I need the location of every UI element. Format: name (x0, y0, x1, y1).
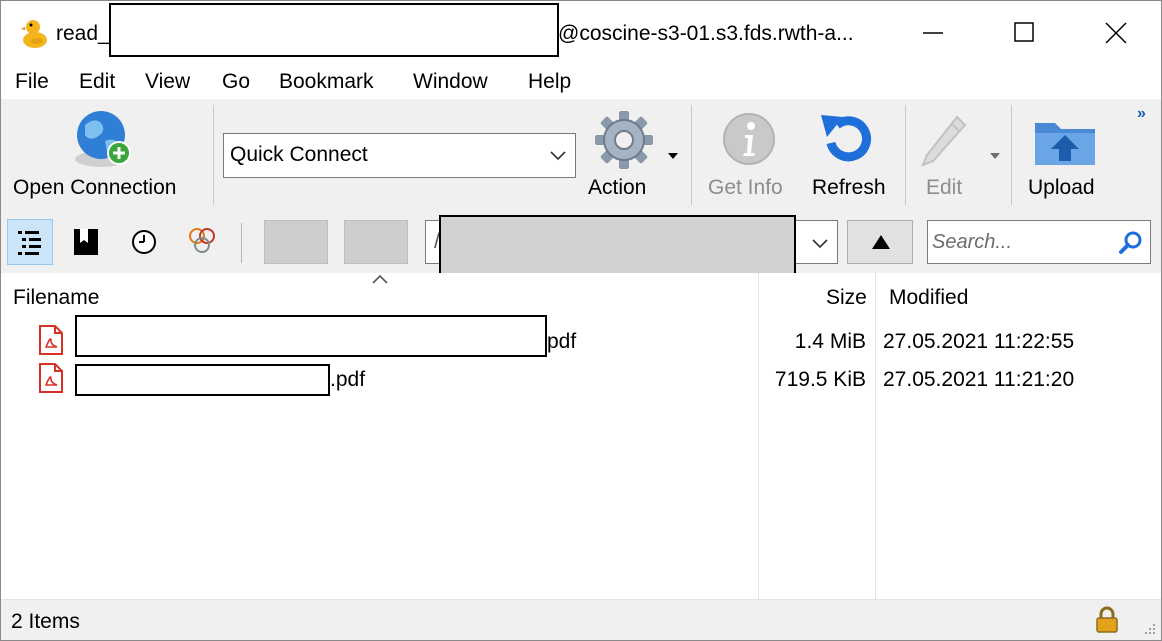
column-divider (758, 273, 759, 599)
refresh-icon (821, 115, 871, 162)
sort-ascending-icon (372, 274, 388, 284)
info-icon (723, 113, 775, 165)
redacted-filename (75, 364, 330, 396)
history-toggle[interactable] (121, 219, 167, 265)
file-size: 1.4 MiB (794, 330, 866, 353)
window-title-prefix: read_ (56, 22, 110, 45)
toolbar-separator (1011, 105, 1012, 205)
file-size: 719.5 KiB (774, 368, 866, 391)
close-icon (1105, 22, 1127, 44)
menu-view[interactable]: View (145, 69, 190, 95)
toolbar: Open Connection Quick Connect Action Get… (1, 99, 1161, 211)
app-window: read_ @coscine-s3-01.s3.fds.rwth-a... Fi… (0, 0, 1162, 641)
forward-button[interactable] (344, 220, 408, 264)
minimize-button[interactable] (909, 11, 955, 55)
bonjour-toggle[interactable] (179, 219, 225, 265)
toolbar-separator (213, 105, 214, 205)
menu-file[interactable]: File (15, 69, 49, 95)
action-label: Action (588, 176, 647, 199)
menu-bar: File Edit View Go Bookmark Window Help (1, 63, 1161, 99)
navbar-separator (241, 223, 242, 263)
lock-icon (1096, 606, 1118, 633)
bookmarks-toggle[interactable] (63, 219, 109, 265)
folder-upload-icon (1035, 123, 1095, 165)
redacted-path (439, 215, 796, 277)
edit-label: Edit (926, 176, 963, 199)
toolbar-overflow-chevron[interactable]: » (1137, 105, 1146, 123)
gear-icon (595, 111, 653, 169)
menu-help[interactable]: Help (528, 69, 571, 95)
pencil-icon (921, 115, 967, 167)
status-item-count: 2 Items (11, 610, 80, 633)
file-row[interactable]: pdf 1.4 MiB 27.05.2021 11:22:55 (1, 315, 1161, 361)
file-list: Filename Size Modified pdf 1.4 MiB 27.05… (1, 273, 1161, 599)
globe-plus-icon (75, 111, 131, 167)
maximize-icon (1014, 22, 1034, 42)
clock-icon (132, 230, 156, 254)
action-button[interactable]: Action (583, 99, 683, 211)
search-icon[interactable] (1118, 230, 1144, 256)
upload-label: Upload (1028, 176, 1095, 199)
action-dropdown-arrow (668, 153, 678, 159)
chevron-down-icon (550, 151, 566, 161)
title-bar: read_ @coscine-s3-01.s3.fds.rwth-a... (1, 1, 1161, 63)
file-modified: 27.05.2021 11:22:55 (883, 330, 1075, 353)
file-row[interactable]: .pdf 719.5 KiB 27.05.2021 11:21:20 (1, 361, 1161, 399)
get-info-label: Get Info (708, 176, 783, 199)
edit-button[interactable]: Edit (913, 99, 1003, 211)
browser-view-toggle[interactable] (7, 219, 53, 265)
file-name-suffix: pdf (547, 330, 577, 353)
toolbar-separator (905, 105, 906, 205)
redacted-filename (75, 315, 547, 357)
column-header-size[interactable]: Size (826, 285, 867, 311)
column-header-modified[interactable]: Modified (889, 285, 968, 311)
quick-connect-combo[interactable]: Quick Connect (223, 133, 576, 178)
open-connection-label: Open Connection (13, 176, 177, 199)
close-button[interactable] (1093, 11, 1139, 55)
minimize-icon (923, 32, 943, 34)
column-divider (875, 273, 876, 599)
redacted-title-segment (109, 3, 559, 57)
refresh-button[interactable]: Refresh (805, 99, 895, 211)
edit-dropdown-arrow (990, 153, 1000, 159)
bookmark-icon (74, 229, 98, 255)
open-connection-button[interactable]: Open Connection (7, 99, 203, 211)
file-modified: 27.05.2021 11:21:20 (883, 368, 1075, 391)
menu-window[interactable]: Window (413, 69, 488, 95)
parent-directory-button[interactable] (847, 220, 913, 264)
quick-connect-value: Quick Connect (230, 143, 368, 166)
outline-list-icon (18, 231, 41, 255)
maximize-button[interactable] (1001, 11, 1047, 55)
toolbar-separator (691, 105, 692, 205)
menu-bookmark[interactable]: Bookmark (279, 69, 374, 95)
up-arrow-icon (872, 235, 890, 249)
duck-icon (21, 20, 47, 48)
network-icon (189, 228, 215, 253)
pdf-file-icon (39, 325, 63, 355)
search-box[interactable] (927, 220, 1151, 264)
search-input[interactable] (932, 227, 1112, 257)
column-header-filename[interactable]: Filename (13, 285, 99, 311)
menu-go[interactable]: Go (222, 69, 250, 95)
back-button[interactable] (264, 220, 328, 264)
file-name-suffix: .pdf (330, 368, 366, 391)
get-info-button[interactable]: Get Info (701, 99, 797, 211)
status-bar: 2 Items (1, 599, 1161, 640)
pdf-file-icon (39, 363, 63, 393)
window-title-suffix: @coscine-s3-01.s3.fds.rwth-a... (558, 22, 854, 45)
upload-button[interactable]: Upload (1019, 99, 1119, 211)
refresh-label: Refresh (812, 176, 886, 199)
navigation-bar: / (1, 211, 1161, 277)
menu-edit[interactable]: Edit (79, 69, 115, 95)
chevron-down-icon (812, 239, 828, 249)
resize-grip-icon[interactable] (1143, 622, 1157, 636)
